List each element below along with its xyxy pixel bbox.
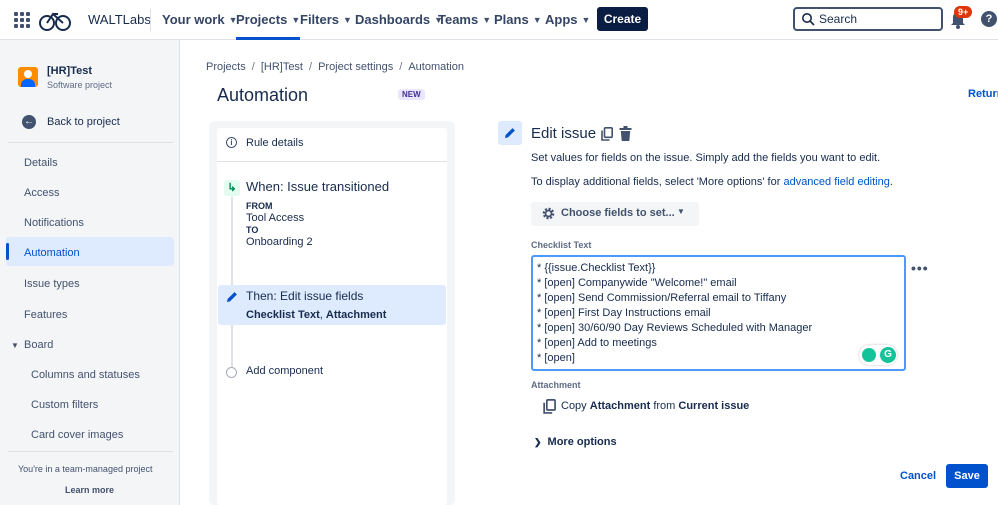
app-switcher-icon[interactable] [14, 12, 30, 28]
nav-your-work[interactable]: Your work ▼ [162, 12, 238, 27]
search-icon [802, 13, 815, 26]
edit-issue-description: Set values for fields on the issue. Simp… [531, 152, 881, 164]
rule-details-label[interactable]: Rule details [246, 137, 303, 149]
pencil-icon [227, 292, 237, 302]
attachment-copy-rule[interactable]: Copy Attachment from Current issue [561, 400, 749, 412]
trigger-from-key: FROM [246, 201, 273, 211]
more-actions-icon[interactable]: ••• [911, 260, 929, 276]
page-title: Automation [217, 85, 309, 105]
nav-divider [150, 9, 151, 31]
chevron-down-icon: ▼ [291, 15, 301, 25]
back-label: Back to project [47, 116, 120, 128]
attachment-label: Attachment [531, 380, 581, 390]
action-title[interactable]: Then: Edit issue fields [246, 289, 363, 303]
bicycle-logo-icon[interactable] [38, 8, 72, 32]
brand-name[interactable]: WALTLabs [88, 12, 151, 27]
chevron-down-icon[interactable]: ▼ [11, 341, 19, 350]
breadcrumb-project[interactable]: [HR]Test [261, 61, 303, 73]
cancel-button[interactable]: Cancel [900, 470, 936, 482]
more-options-toggle[interactable]: ❯ More options [534, 436, 617, 448]
checklist-line: * [open] Companywide "Welcome!" email [537, 277, 737, 289]
edit-issue-title: Edit issue [531, 125, 597, 142]
learn-more-link[interactable]: Learn more [65, 485, 114, 495]
chevron-down-icon: ▼ [677, 207, 685, 216]
nav-projects[interactable]: Projects ▼ [236, 12, 301, 40]
breadcrumb-projects[interactable]: Projects [206, 61, 246, 73]
breadcrumb-automation[interactable]: Automation [408, 61, 464, 73]
checklist-line: * [open] First Day Instructions email [537, 307, 711, 319]
notification-count-badge: 9+ [954, 6, 973, 18]
copy-icon [543, 399, 556, 414]
nav-teams[interactable]: Teams ▼ [438, 12, 491, 27]
nav-dashboards[interactable]: Dashboards ▼ [355, 12, 443, 27]
sidebar-item-notifications[interactable]: Notifications [24, 217, 84, 229]
sidebar-item-card-cover-images[interactable]: Card cover images [31, 429, 123, 441]
more-options-info: To display additional fields, select 'Mo… [531, 176, 893, 188]
team-managed-note: You're in a team-managed project [18, 464, 153, 474]
create-button[interactable]: Create [597, 7, 648, 31]
transition-trigger-icon: ↳ [224, 180, 240, 196]
edit-issue-icon [498, 121, 522, 145]
project-name[interactable]: [HR]Test [47, 65, 92, 77]
action-fields: Checklist Text, Attachment [246, 309, 387, 321]
lightbulb-icon[interactable] [862, 348, 876, 362]
nav-filters[interactable]: Filters ▼ [300, 12, 352, 27]
sidebar-item-automation[interactable]: Automation [24, 247, 80, 259]
pencil-icon [505, 128, 515, 138]
chevron-down-icon: ▼ [482, 15, 492, 25]
choose-fields-label: Choose fields to set... [561, 207, 675, 219]
checklist-line: * [open] Send Commission/Referral email … [537, 292, 787, 304]
return-link[interactable]: Return [968, 88, 998, 100]
breadcrumb: Projects / [HR]Test / Project settings / Autom… [206, 61, 464, 73]
rule-connector-line [231, 197, 233, 369]
project-avatar [18, 67, 38, 87]
help-icon[interactable]: ? [981, 11, 997, 27]
copy-icon[interactable] [601, 127, 613, 141]
sidebar-divider [8, 142, 173, 143]
trigger-from-value: Tool Access [246, 212, 305, 224]
search-placeholder: Search [819, 12, 858, 26]
nav-apps[interactable]: Apps ▼ [545, 12, 590, 27]
checklist-text-label: Checklist Text [531, 240, 592, 250]
chevron-down-icon: ▼ [532, 15, 542, 25]
sidebar-item-features[interactable]: Features [24, 309, 67, 321]
arrow-left-icon: ← [22, 115, 36, 129]
checklist-line: * [open] Add to meetings [537, 337, 657, 349]
checklist-line: * [open] 30/60/90 Day Reviews Scheduled … [537, 322, 813, 334]
sidebar-item-board[interactable]: Board [24, 339, 53, 351]
checklist-line: * [open] [537, 352, 575, 364]
add-component-link[interactable]: Add component [246, 365, 323, 377]
sidebar-item-issue-types[interactable]: Issue types [24, 278, 80, 290]
project-type: Software project [47, 80, 113, 90]
add-component-circle-icon [226, 367, 237, 378]
chevron-down-icon: ▼ [581, 15, 591, 25]
advanced-field-editing-link[interactable]: advanced field editing [783, 176, 889, 188]
checklist-line: * {{issue.Checklist Text}} [537, 262, 656, 274]
info-icon: i [226, 137, 237, 148]
top-navigation: WALTLabs Your work ▼ Projects ▼ Filters ▼ D… [0, 0, 998, 40]
sidebar-item-details[interactable]: Details [24, 157, 58, 169]
sidebar-item-access[interactable]: Access [24, 187, 59, 199]
breadcrumb-project-settings[interactable]: Project settings [318, 61, 393, 73]
trash-icon[interactable] [619, 126, 632, 141]
back-to-project-link[interactable]: ← Back to project [22, 115, 172, 131]
grammarly-icon[interactable]: G [880, 347, 896, 363]
sidebar-item-columns-and-statuses[interactable]: Columns and statuses [31, 369, 140, 381]
sidebar-divider [8, 451, 173, 452]
new-badge: NEW [398, 89, 425, 100]
chevron-down-icon: ▼ [343, 15, 352, 25]
sidebar-item-custom-filters[interactable]: Custom filters [31, 399, 98, 411]
trigger-to-key: TO [246, 225, 259, 235]
nav-plans[interactable]: Plans ▼ [494, 12, 542, 27]
trigger-title[interactable]: When: Issue transitioned [246, 179, 389, 194]
search-input[interactable]: Search [793, 7, 943, 31]
chevron-right-icon: ❯ [534, 437, 542, 447]
save-button[interactable]: Save [946, 464, 988, 488]
trigger-to-value: Onboarding 2 [246, 236, 313, 248]
gear-icon [542, 207, 555, 220]
